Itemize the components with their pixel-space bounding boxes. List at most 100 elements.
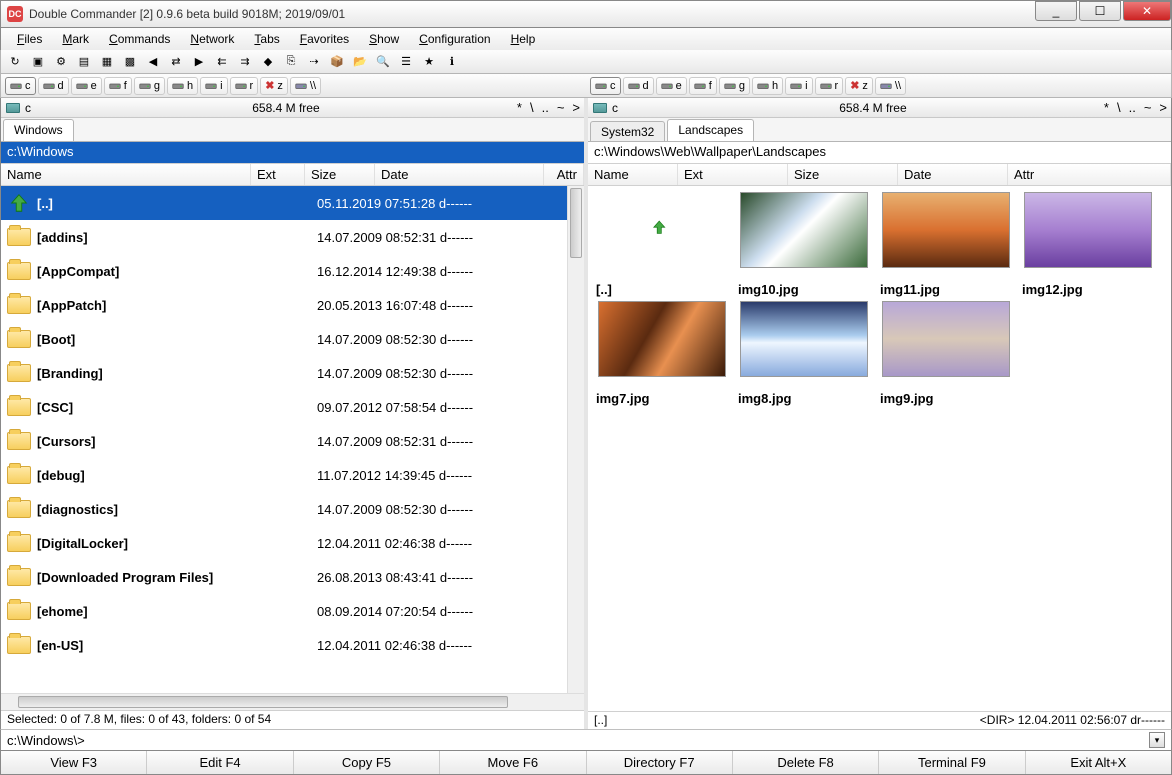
thumbnail-item[interactable]: img9.jpg: [876, 301, 1016, 406]
find-icon[interactable]: 🔍: [373, 52, 393, 72]
swap-left-icon[interactable]: ◀: [143, 52, 163, 72]
column-date[interactable]: Date: [898, 164, 1008, 185]
folder-row[interactable]: [Cursors]14.07.2009 08:52:31 d------: [1, 424, 584, 458]
pack-icon[interactable]: 📦: [327, 52, 347, 72]
unpack-icon[interactable]: 📂: [350, 52, 370, 72]
thumbnail-item[interactable]: img11.jpg: [876, 192, 1016, 297]
drive-g-button[interactable]: g: [719, 77, 750, 95]
folder-row[interactable]: [CSC]09.07.2012 07:58:54 d------: [1, 390, 584, 424]
folder-row[interactable]: [addins]14.07.2009 08:52:31 d------: [1, 220, 584, 254]
drive-r-button[interactable]: r: [815, 77, 844, 95]
right-path[interactable]: c:\Windows\Web\Wallpaper\Landscapes: [588, 142, 1171, 164]
nav-history-button[interactable]: >: [572, 100, 580, 115]
fkey-move-button[interactable]: Move F6: [440, 751, 586, 774]
drive-c-button[interactable]: c: [5, 77, 36, 95]
column-ext[interactable]: Ext: [251, 164, 305, 185]
thumbnail-item[interactable]: img12.jpg: [1018, 192, 1158, 297]
folder-row[interactable]: [AppPatch]20.05.2013 16:07:48 d------: [1, 288, 584, 322]
drive-h-button[interactable]: h: [167, 77, 198, 95]
scrollbar-horizontal[interactable]: [1, 693, 584, 710]
folder-row[interactable]: [Downloaded Program Files]26.08.2013 08:…: [1, 560, 584, 594]
grid-brief-icon[interactable]: ▤: [74, 52, 94, 72]
thumbnail-item[interactable]: img7.jpg: [592, 301, 732, 406]
grid-thumbs-icon[interactable]: ▩: [120, 52, 140, 72]
command-line[interactable]: c:\Windows\> ▾: [0, 729, 1172, 751]
menu-files[interactable]: Files: [9, 30, 50, 48]
fkey-delete-button[interactable]: Delete F8: [733, 751, 879, 774]
minimize-button[interactable]: _: [1035, 1, 1077, 21]
column-attr[interactable]: Attr: [544, 164, 584, 185]
menu-mark[interactable]: Mark: [54, 30, 97, 48]
drive-r-button[interactable]: r: [230, 77, 259, 95]
close-button[interactable]: ✕: [1123, 1, 1171, 21]
drive-network-button[interactable]: \\: [875, 77, 906, 95]
nav-home-button[interactable]: ~: [1144, 100, 1152, 115]
drive-e-button[interactable]: e: [656, 77, 687, 95]
scrollbar-vertical[interactable]: [567, 186, 584, 693]
maximize-button[interactable]: ☐: [1079, 1, 1121, 21]
drive-g-button[interactable]: g: [134, 77, 165, 95]
refresh-icon[interactable]: ↻: [5, 52, 25, 72]
drive-f-button[interactable]: f: [104, 77, 132, 95]
nav-favorites-button[interactable]: *: [517, 100, 522, 115]
thumbnail-item[interactable]: img8.jpg: [734, 301, 874, 406]
column-attr[interactable]: Attr: [1008, 164, 1171, 185]
drive-z-button[interactable]: ✖z: [260, 77, 288, 95]
folder-row[interactable]: [AppCompat]16.12.2014 12:49:38 d------: [1, 254, 584, 288]
swap-icon[interactable]: ⇄: [166, 52, 186, 72]
fkey-directory-button[interactable]: Directory F7: [587, 751, 733, 774]
equal-right-icon[interactable]: ⇉: [235, 52, 255, 72]
left-file-list[interactable]: [..]05.11.2019 07:51:28 d------[addins]1…: [1, 186, 584, 693]
cmd-history-dropdown[interactable]: ▾: [1149, 732, 1165, 748]
gear-icon[interactable]: ⚙: [51, 52, 71, 72]
nav-root-button[interactable]: \: [530, 100, 534, 115]
menu-favorites[interactable]: Favorites: [292, 30, 357, 48]
drive-label[interactable]: c: [612, 101, 642, 115]
folder-row[interactable]: [diagnostics]14.07.2009 08:52:30 d------: [1, 492, 584, 526]
column-size[interactable]: Size: [305, 164, 375, 185]
column-size[interactable]: Size: [788, 164, 898, 185]
fkey-exit-button[interactable]: Exit Alt+X: [1026, 751, 1171, 774]
folder-row[interactable]: [debug]11.07.2012 14:39:45 d------: [1, 458, 584, 492]
folder-row[interactable]: [Branding]14.07.2009 08:52:30 d------: [1, 356, 584, 390]
user1-icon[interactable]: ◆: [258, 52, 278, 72]
drive-i-button[interactable]: i: [200, 77, 227, 95]
drive-c-button[interactable]: c: [590, 77, 621, 95]
fkey-view-button[interactable]: View F3: [1, 751, 147, 774]
column-name[interactable]: Name: [1, 164, 251, 185]
grid-list-icon[interactable]: ▦: [97, 52, 117, 72]
drive-h-button[interactable]: h: [752, 77, 783, 95]
nav-up-button[interactable]: ..: [542, 100, 549, 115]
menu-help[interactable]: Help: [503, 30, 544, 48]
drive-e-button[interactable]: e: [71, 77, 102, 95]
menu-configuration[interactable]: Configuration: [411, 30, 498, 48]
terminal-icon[interactable]: ▣: [28, 52, 48, 72]
menu-tabs[interactable]: Tabs: [246, 30, 287, 48]
folder-row[interactable]: [Boot]14.07.2009 08:52:30 d------: [1, 322, 584, 356]
folder-row[interactable]: [ehome]08.09.2014 07:20:54 d------: [1, 594, 584, 628]
fkey-edit-button[interactable]: Edit F4: [147, 751, 293, 774]
swap-right-icon[interactable]: ▶: [189, 52, 209, 72]
folder-row[interactable]: [en-US]12.04.2011 02:46:38 d------: [1, 628, 584, 662]
parent-dir-item[interactable]: [..]: [592, 192, 732, 297]
menu-commands[interactable]: Commands: [101, 30, 178, 48]
move-icon[interactable]: ⇢: [304, 52, 324, 72]
fkey-copy-button[interactable]: Copy F5: [294, 751, 440, 774]
thumbnail-item[interactable]: img10.jpg: [734, 192, 874, 297]
tab-system32[interactable]: System32: [590, 121, 665, 141]
favorites-icon[interactable]: ★: [419, 52, 439, 72]
column-ext[interactable]: Ext: [678, 164, 788, 185]
nav-root-button[interactable]: \: [1117, 100, 1121, 115]
nav-up-button[interactable]: ..: [1129, 100, 1136, 115]
left-path[interactable]: c:\Windows: [1, 142, 584, 164]
tab-landscapes[interactable]: Landscapes: [667, 119, 754, 141]
column-name[interactable]: Name: [588, 164, 678, 185]
parent-dir-row[interactable]: [..]05.11.2019 07:51:28 d------: [1, 186, 584, 220]
equal-left-icon[interactable]: ⇇: [212, 52, 232, 72]
tab-windows[interactable]: Windows: [3, 119, 74, 141]
menu-show[interactable]: Show: [361, 30, 407, 48]
info-icon[interactable]: ℹ: [442, 52, 462, 72]
right-thumbnail-grid[interactable]: [..]img10.jpgimg11.jpgimg12.jpgimg7.jpgi…: [588, 186, 1171, 711]
menu-network[interactable]: Network: [182, 30, 242, 48]
drive-label[interactable]: c: [25, 101, 55, 115]
